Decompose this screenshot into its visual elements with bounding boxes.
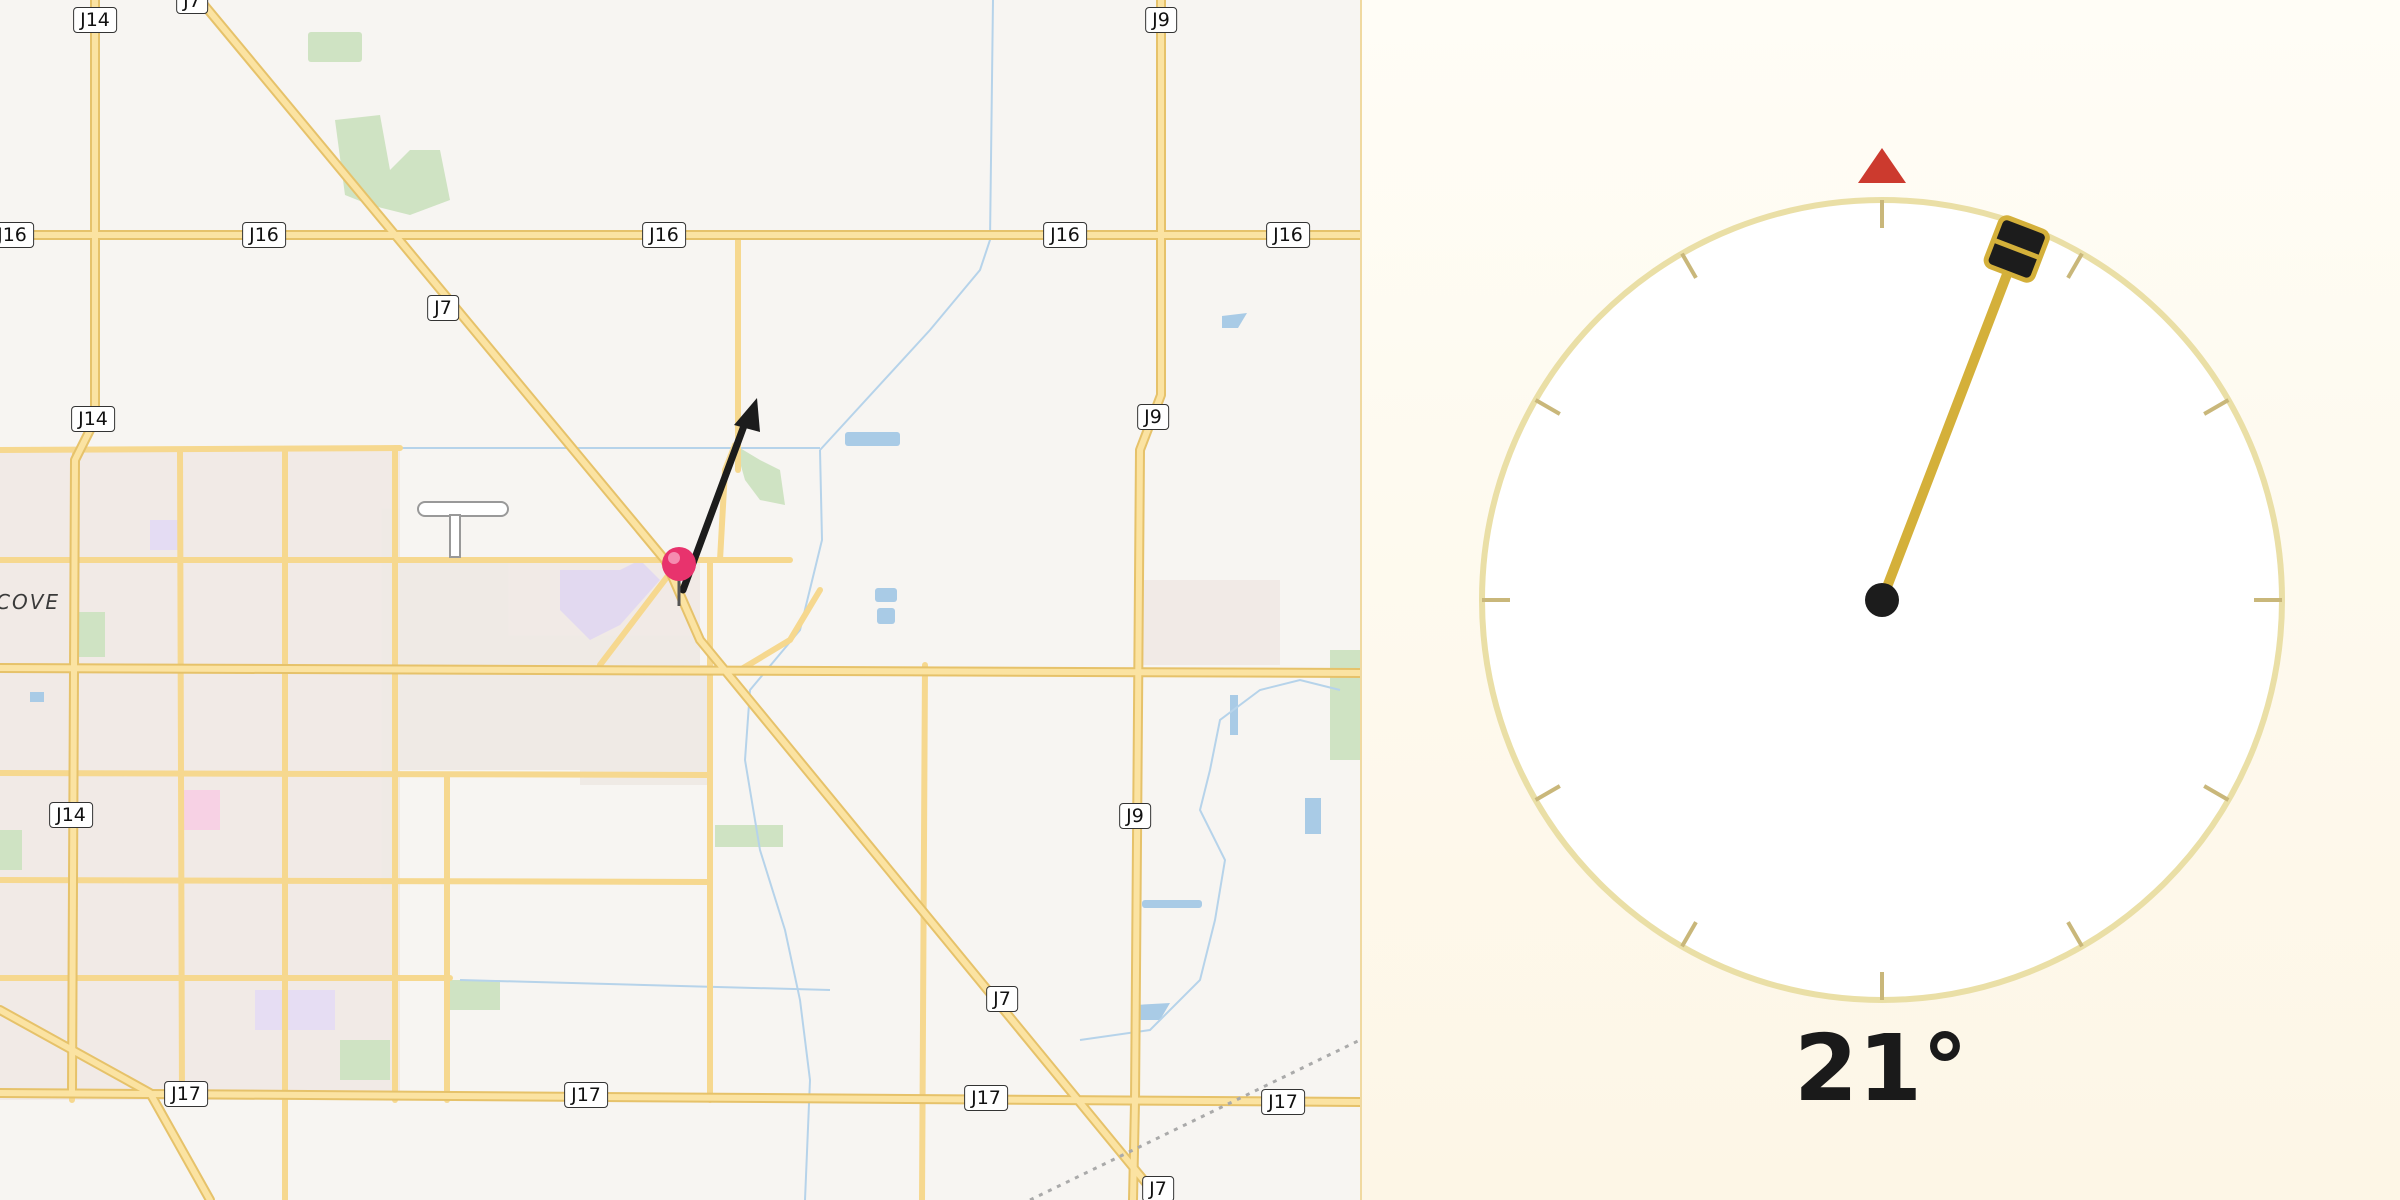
map-canvas[interactable] <box>0 0 1360 1200</box>
route-shield: J14 <box>73 7 117 33</box>
heading-readout: 21° <box>1793 1015 1969 1122</box>
compass-center <box>1865 583 1899 617</box>
route-shield: J16 <box>242 222 286 248</box>
route-shield: J14 <box>49 802 93 828</box>
route-shield: J17 <box>1261 1089 1305 1115</box>
route-shield: J9 <box>1137 404 1169 430</box>
route-shield: J16 <box>1043 222 1087 248</box>
compass-panel: 21° <box>1362 0 2400 1200</box>
route-shield: J9 <box>1145 7 1177 33</box>
route-shield: J7 <box>986 986 1018 1012</box>
route-shield: J7 <box>1142 1176 1174 1200</box>
map-view[interactable]: COVE J14 J7 J9 J16 J16 J16 J16 J16 J7 J14 J9 J14 J9 J… <box>0 0 1362 1200</box>
route-shield: J7 <box>176 0 208 14</box>
place-label: COVE <box>0 590 61 614</box>
route-shield: J16 <box>1266 222 1310 248</box>
route-shield: J17 <box>564 1082 608 1108</box>
railway <box>1029 1038 1360 1200</box>
route-shield: J7 <box>427 295 459 321</box>
airfield-marker <box>417 501 509 558</box>
route-shield: J16 <box>0 222 34 248</box>
route-shield: J14 <box>71 406 115 432</box>
north-marker-icon <box>1858 148 1906 183</box>
route-shield: J17 <box>164 1081 208 1107</box>
route-shield: J9 <box>1119 803 1151 829</box>
route-shield: J16 <box>642 222 686 248</box>
route-shield: J17 <box>964 1085 1008 1111</box>
